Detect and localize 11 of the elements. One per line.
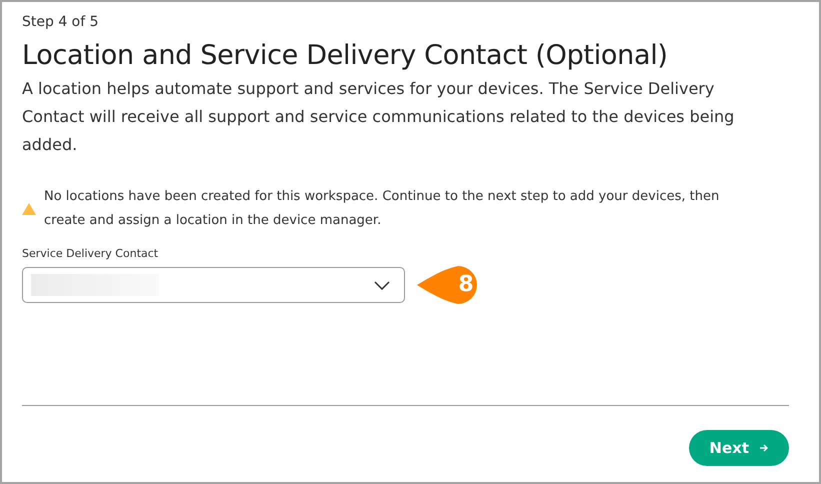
warning-icon bbox=[22, 203, 36, 215]
field-label: Service Delivery Contact bbox=[22, 247, 160, 260]
chevron-down-icon bbox=[374, 280, 390, 290]
step-label: Step 4 of 5 bbox=[22, 14, 100, 30]
next-button[interactable]: Next bbox=[689, 430, 789, 466]
description-text: A location helps automate support and services for your devices. The Service Delivery Contact will receive all support and service communications related to the devices being added. bbox=[22, 78, 736, 156]
warning-text: No locations have been created for this workspace. Continue to the next step to add your devices, then create and assign a location in the device manager. bbox=[44, 188, 720, 230]
arrow-right-icon bbox=[759, 443, 769, 453]
contact-dropdown[interactable] bbox=[22, 267, 405, 303]
callout-badge: 8 bbox=[417, 266, 479, 304]
page-title: Location and Service Delivery Contact (Optional) bbox=[22, 40, 669, 71]
